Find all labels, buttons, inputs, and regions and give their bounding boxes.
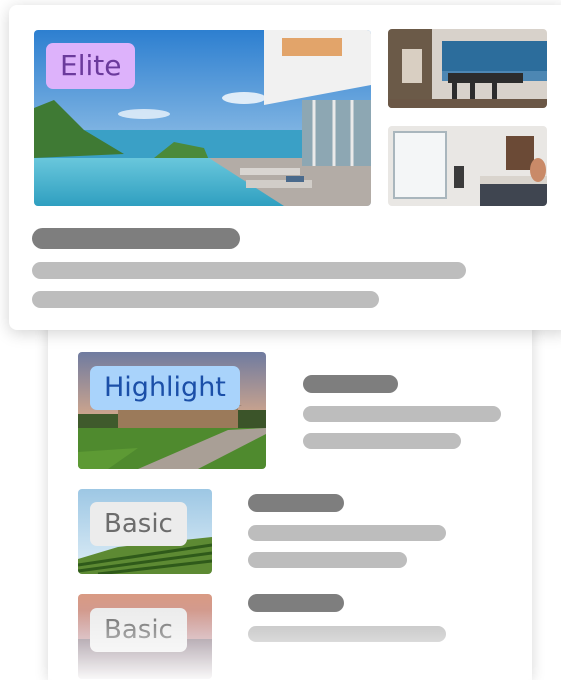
basic-badge: Basic bbox=[90, 502, 187, 546]
text-placeholder bbox=[303, 433, 461, 449]
title-placeholder bbox=[32, 228, 240, 249]
title-placeholder bbox=[303, 375, 398, 393]
text-placeholder bbox=[32, 262, 466, 279]
text-placeholder bbox=[248, 626, 446, 642]
basic-badge: Basic bbox=[90, 608, 187, 652]
text-placeholder bbox=[248, 552, 407, 568]
elite-listing-card[interactable]: Elite bbox=[9, 5, 561, 330]
text-placeholder bbox=[248, 525, 446, 541]
text-placeholder bbox=[303, 406, 501, 422]
listing-list-card: Highlight Basic Basic bbox=[48, 300, 532, 680]
elite-badge: Elite bbox=[46, 43, 136, 89]
elite-side-image-dining[interactable] bbox=[388, 29, 547, 108]
title-placeholder bbox=[248, 594, 344, 612]
title-placeholder bbox=[248, 494, 344, 512]
text-placeholder bbox=[32, 291, 379, 308]
elite-side-image-bathroom[interactable] bbox=[388, 126, 547, 206]
highlight-badge: Highlight bbox=[90, 366, 240, 410]
